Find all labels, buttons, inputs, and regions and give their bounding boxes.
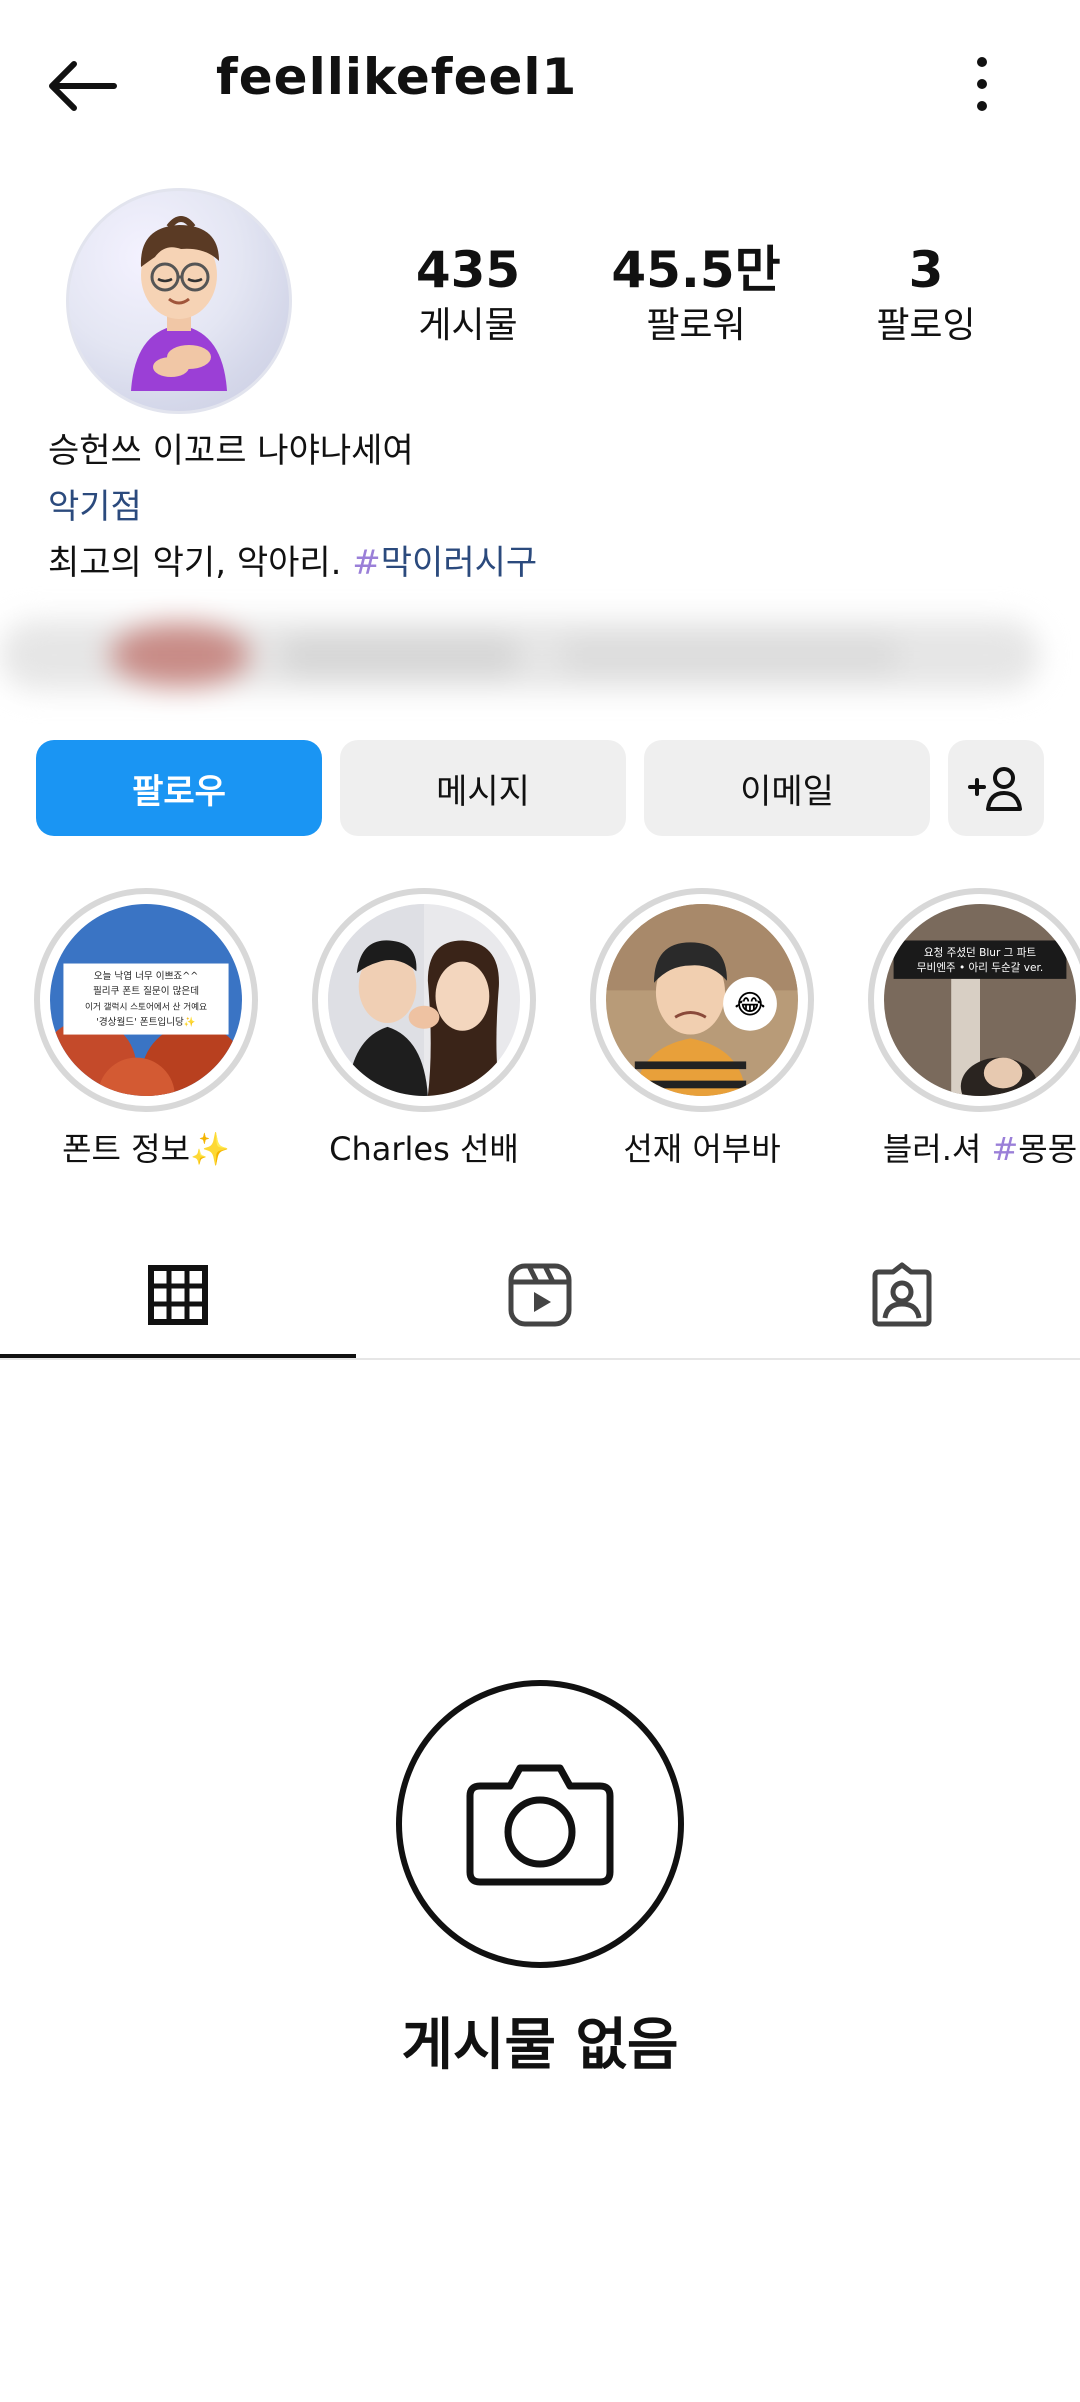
highlight-ring	[312, 888, 536, 1112]
bio-hashtag-link[interactable]: 막이러시구	[381, 543, 537, 583]
highlight-label: 폰트 정보✨	[62, 1130, 230, 1168]
posts-count-value: 435	[415, 241, 521, 299]
tab-grid[interactable]	[0, 1230, 356, 1360]
profile-bio: 최고의 악기, 악아리. #막이러시구	[48, 540, 537, 586]
story-highlight[interactable]: Charles 선배	[312, 888, 536, 1170]
add-user-icon	[968, 767, 1022, 811]
empty-posts-circle	[396, 1680, 684, 1968]
highlight-ring: 요청 주셨던 Blur 그 파트 무비엔주 • 아리 두순갈 ver.	[868, 888, 1080, 1112]
highlight-overlay-text: '경상월드' 폰트입니당✨	[96, 1016, 196, 1028]
following-count-label: 팔로잉	[876, 305, 976, 346]
profile-page: feellikefeel1 435 게시물 45.5만 팔로워 3 팔로잉 승헌…	[0, 0, 1080, 2402]
story-highlight[interactable]: 😂 선재 어부바	[590, 888, 814, 1170]
followers-count[interactable]: 45.5만 팔로워	[596, 240, 796, 352]
highlight-overlay-text: 오늘 낙엽 너무 이쁘죠^^	[94, 971, 199, 982]
back-arrow-icon[interactable]	[44, 54, 124, 118]
highlight-overlay-text: 필리쿠 폰트 질문이 많은데	[93, 985, 199, 997]
highlight-thumbnail	[328, 904, 520, 1096]
highlight-thumbnail: 오늘 낙엽 너무 이쁘죠^^ 필리쿠 폰트 질문이 많은데 이거 갤럭시 스토어…	[50, 904, 242, 1096]
highlight-thumbnail: 😂	[606, 904, 798, 1096]
followers-count-label: 팔로워	[646, 305, 746, 346]
more-options-icon[interactable]	[960, 52, 1004, 116]
following-count-value: 3	[908, 241, 944, 299]
blurred-link-area	[0, 600, 1040, 706]
highlight-overlay-text: 요청 주셨던 Blur 그 파트	[924, 947, 1037, 959]
highlight-label-text: 몽몽	[1018, 1130, 1078, 1168]
grid-icon	[148, 1265, 208, 1325]
profile-tabs	[0, 1230, 1080, 1360]
highlight-label: 블러.셔 #몽몽	[868, 1124, 1080, 1170]
highlight-ring: 오늘 낙엽 너무 이쁘죠^^ 필리쿠 폰트 질문이 많은데 이거 갤럭시 스토어…	[34, 888, 258, 1112]
highlight-thumbnail: 요청 주셨던 Blur 그 파트 무비엔주 • 아리 두순갈 ver.	[884, 904, 1076, 1096]
bio-text: 최고의 악기, 악아리.	[48, 543, 353, 583]
followers-count-value: 45.5만	[611, 241, 781, 299]
highlight-overlay-text: 이거 갤럭시 스토어에서 산 거예요	[85, 1001, 207, 1013]
story-highlight[interactable]: 요청 주셨던 Blur 그 파트 무비엔주 • 아리 두순갈 ver. 블러.셔…	[868, 888, 1080, 1170]
reels-icon	[508, 1263, 572, 1327]
story-highlight[interactable]: 오늘 낙엽 너무 이쁘죠^^ 필리쿠 폰트 질문이 많은데 이거 갤럭시 스토어…	[34, 888, 258, 1170]
highlight-ring: 😂	[590, 888, 814, 1112]
hashtag-symbol: #	[352, 543, 381, 583]
tagged-icon	[872, 1262, 932, 1327]
posts-count-label: 게시물	[418, 305, 518, 346]
highlight-label-text: 블러.셔	[882, 1130, 992, 1168]
posts-count[interactable]: 435 게시물	[368, 240, 568, 352]
top-bar: feellikefeel1	[0, 0, 1080, 170]
empty-posts-text: 게시물 없음	[401, 2013, 679, 2078]
highlight-overlay-text: 무비엔주 • 아리 두순갈 ver.	[917, 961, 1043, 974]
highlight-label: 선재 어부바	[623, 1130, 781, 1168]
highlight-emoji: 😂	[734, 989, 765, 1020]
profile-category: 악기점	[48, 487, 142, 527]
following-count[interactable]: 3 팔로잉	[826, 240, 1026, 352]
profile-avatar[interactable]	[66, 188, 292, 414]
hashtag-symbol: #	[991, 1130, 1019, 1168]
follow-button[interactable]: 팔로우	[36, 740, 322, 836]
tab-reels[interactable]	[362, 1230, 718, 1360]
message-button[interactable]: 메시지	[340, 740, 626, 836]
profile-display-name: 승헌쓰 이꼬르 나야나세여	[48, 431, 414, 471]
highlight-label: Charles 선배	[329, 1130, 519, 1168]
camera-icon	[466, 1764, 614, 1886]
profile-username: feellikefeel1	[216, 48, 578, 106]
add-user-button[interactable]	[948, 740, 1044, 836]
tab-tagged[interactable]	[724, 1230, 1080, 1360]
active-tab-indicator	[0, 1354, 356, 1358]
email-button[interactable]: 이메일	[644, 740, 930, 836]
